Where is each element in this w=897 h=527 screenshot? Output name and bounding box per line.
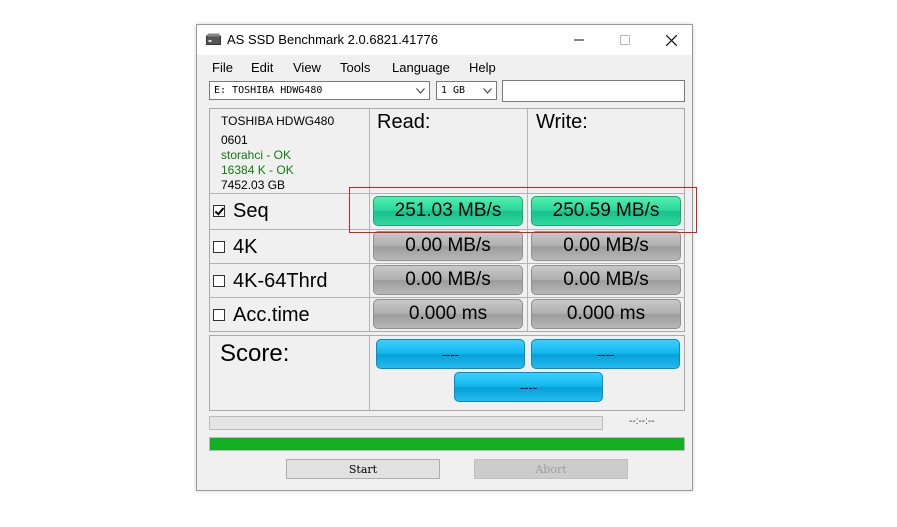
row-divider <box>210 297 684 298</box>
row-divider <box>210 193 684 194</box>
score-label: Score: <box>220 340 290 367</box>
size-select[interactable]: 1 GB <box>436 81 497 100</box>
write-header: Write: <box>536 111 588 133</box>
drive-icon <box>206 33 221 45</box>
maximize-icon <box>620 35 630 45</box>
acctime-write-result: 0.000 ms <box>531 299 681 329</box>
row-seq-label: Seq <box>233 199 269 222</box>
drive-firmware: 0601 <box>221 133 248 147</box>
status-textbox[interactable] <box>502 80 685 102</box>
chevron-down-icon <box>480 82 494 100</box>
row-4k64-checkbox[interactable] <box>213 275 225 287</box>
title-bar[interactable]: AS SSD Benchmark 2.0.6821.41776 <box>197 25 692 55</box>
menu-file[interactable]: File <box>212 60 233 75</box>
start-button[interactable]: Start <box>286 459 440 479</box>
close-icon <box>665 34 677 46</box>
menu-language[interactable]: Language <box>392 60 450 75</box>
row-4k64-toggle[interactable]: 4K-64Thrd <box>213 267 328 295</box>
results-grid: TOSHIBA HDWG480 0601 storahci - OK 16384… <box>209 108 685 332</box>
4k64-write-result: 0.00 MB/s <box>531 265 681 295</box>
row-acctime-toggle[interactable]: Acc.time <box>213 301 310 329</box>
close-button[interactable] <box>648 25 694 55</box>
abort-button[interactable]: Abort <box>474 459 628 479</box>
4k64-read-result: 0.00 MB/s <box>373 265 523 295</box>
row-divider <box>210 229 684 230</box>
maximize-button[interactable] <box>602 25 648 55</box>
menu-help[interactable]: Help <box>469 60 496 75</box>
total-progress-fill <box>210 438 684 450</box>
row-divider <box>210 263 684 264</box>
minimize-icon <box>574 39 584 41</box>
seq-write-result: 250.59 MB/s <box>531 196 681 226</box>
task-progress-bar <box>209 416 603 430</box>
row-acctime-label: Acc.time <box>233 303 310 326</box>
drive-select[interactable]: E: TOSHIBA HDWG480 <box>209 81 430 100</box>
score-read: ---- <box>376 339 525 369</box>
4k-write-result: 0.00 MB/s <box>531 231 681 261</box>
4k-read-result: 0.00 MB/s <box>373 231 523 261</box>
drive-capacity: 7452.03 GB <box>221 178 286 192</box>
menu-edit[interactable]: Edit <box>251 60 273 75</box>
score-total: ---- <box>454 372 603 402</box>
row-acctime-checkbox[interactable] <box>213 309 225 321</box>
chevron-down-icon <box>413 82 427 100</box>
row-4k64-label: 4K-64Thrd <box>233 269 328 292</box>
row-4k-checkbox[interactable] <box>213 241 225 253</box>
drive-model: TOSHIBA HDWG480 <box>221 114 335 128</box>
score-write: ---- <box>531 339 680 369</box>
acctime-read-result: 0.000 ms <box>373 299 523 329</box>
elapsed-time: --:--:-- <box>629 416 655 427</box>
window-title: AS SSD Benchmark 2.0.6821.41776 <box>227 32 439 47</box>
column-divider <box>369 336 370 410</box>
score-panel: Score: ---- ---- ---- <box>209 335 685 411</box>
seq-read-result: 251.03 MB/s <box>373 196 523 226</box>
total-progress-bar <box>209 437 685 451</box>
drive-select-value: E: TOSHIBA HDWG480 <box>214 85 323 96</box>
menu-view[interactable]: View <box>293 60 321 75</box>
size-select-value: 1 GB <box>441 85 466 96</box>
row-4k-label: 4K <box>233 235 258 258</box>
drive-alignment-status: 16384 K - OK <box>221 163 294 177</box>
row-4k-toggle[interactable]: 4K <box>213 233 257 261</box>
row-seq-toggle[interactable]: Seq <box>213 197 269 225</box>
menu-bar: File Edit View Tools Language Help <box>197 55 692 77</box>
menu-tools[interactable]: Tools <box>340 60 370 75</box>
app-window: AS SSD Benchmark 2.0.6821.41776 File Edi… <box>196 24 693 491</box>
row-seq-checkbox[interactable] <box>213 205 225 217</box>
drive-driver-status: storahci - OK <box>221 148 292 162</box>
read-header: Read: <box>377 111 431 133</box>
minimize-button[interactable] <box>556 25 602 55</box>
